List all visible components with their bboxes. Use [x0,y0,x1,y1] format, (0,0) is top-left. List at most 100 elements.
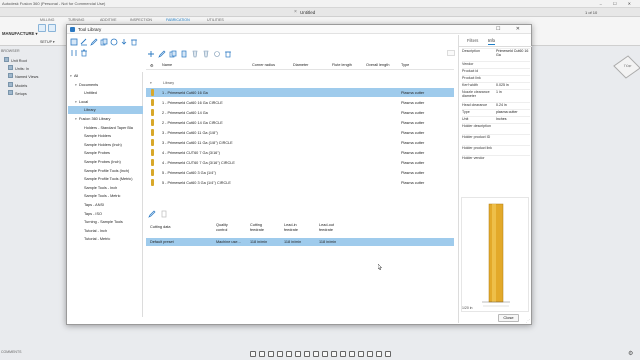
ribbon-tab-milling[interactable]: MILLING [40,18,54,22]
tool-row[interactable]: 1 - Primeweld Cut60 16 Ga Plasma cutter [146,88,454,97]
search-icon[interactable] [447,50,455,56]
tool-row[interactable]: 2 - Primeweld Cut60 14 Ga Plasma cutter [146,108,454,117]
tool-row[interactable]: 4 - Primeweld CUT60 7 Ga (3/16") CIRCLE P… [146,158,454,167]
display-settings-icon[interactable] [295,350,301,357]
library-tree-item[interactable]: Sample Holders (Inch) [68,141,143,149]
renumber-icon[interactable] [213,50,221,58]
library-tree-item[interactable]: Taps - ISO [68,210,143,218]
edit-tool-icon[interactable] [158,50,166,58]
new-library-icon[interactable] [70,38,78,46]
library-tree-item[interactable]: ▾ All [68,72,143,80]
comments-label[interactable]: COMMENTS [1,350,21,354]
tab-info[interactable]: Info [488,38,495,45]
copy-tool-icon[interactable] [169,50,177,58]
trash-icon[interactable] [80,49,88,57]
tool-row[interactable]: 2 - Primeweld Cut60 14 Ga CIRCLE Plasma c… [146,118,454,127]
browser-item[interactable]: Units: In [8,65,29,71]
library-tree-item[interactable]: Library [68,106,143,115]
property-value[interactable]: 0.025 in [496,83,530,87]
column-diameter[interactable]: Diameter [293,63,308,67]
section-icon[interactable] [322,350,328,357]
library-tree-item[interactable]: Sample Profile Tools (Metric) [68,175,143,183]
delete-library-icon[interactable] [130,38,138,46]
ribbon-tab-utilities[interactable]: UTILITIES [207,18,224,22]
add-tool-icon[interactable] [147,50,155,58]
dialog-window-controls[interactable]: ☐ ✕ [496,26,527,32]
tool-row[interactable]: 3 - Primeweld Cut60 11 Ga (1/8") CIRCLE P… [146,138,454,147]
holder-icon[interactable] [191,50,199,58]
column-flute-length[interactable]: Flute length [332,63,352,67]
settings-column-icon[interactable]: ⚙ [150,63,153,68]
setup-group-label[interactable]: SETUP ▾ [40,40,55,44]
property-value[interactable]: 1 in [496,90,530,94]
resize-grip-icon[interactable]: ⋰ [526,318,530,323]
stock-icon[interactable] [340,350,346,357]
library-section-header[interactable]: ▾ Library [146,80,454,87]
tab-filters[interactable]: Filters [467,38,478,43]
document-name[interactable]: Untitled [300,10,315,15]
collapse-icon[interactable]: ▾ [150,81,152,85]
library-tree-item[interactable]: Sample Tools - Metric [68,192,143,200]
library-tree-item[interactable]: Sample Probes [68,149,143,157]
library-tree-item[interactable]: Holders - Standard Taper Bla [68,124,143,132]
library-tree-item[interactable]: Taps - ANSI [68,201,143,209]
library-tree-item[interactable]: Tutorial - Metric [68,235,143,243]
tool-row[interactable]: 4 - Primeweld CUT60 7 Ga (3/16") Plasma c… [146,148,454,157]
simulation-icon[interactable] [331,350,337,357]
window-controls[interactable]: – ☐ ✕ [600,1,636,6]
library-tree-item[interactable]: Turning - Sample Tools [68,218,143,226]
library-tree-item[interactable]: Tutorial - Inch [68,227,143,235]
library-tree-item[interactable]: Sample Probes (Inch) [68,158,143,166]
browser-item[interactable]: Unit Root [4,57,27,63]
browser-item[interactable]: Models [8,82,27,88]
workspace-switcher[interactable]: MANUFACTURE ▾ [2,31,38,36]
grid-settings-icon[interactable] [304,350,310,357]
column-name[interactable]: Name [162,63,172,67]
column-corner-radius[interactable]: Corner radius [252,63,275,67]
close-button[interactable]: Close [498,314,519,322]
edit-library-icon[interactable] [90,38,98,46]
fit-icon[interactable] [286,350,292,357]
browser-item[interactable]: Named Views [8,73,38,79]
library-tree-item[interactable]: Sample Holders [68,132,143,140]
close-document-icon[interactable]: × [294,9,297,15]
browser-item[interactable]: Setups [8,90,27,96]
export-library-icon[interactable] [120,38,128,46]
ribbon-tab-additive[interactable]: ADDITIVE [100,18,117,22]
edit-preset-icon[interactable] [148,210,156,218]
look-at-icon[interactable] [259,350,265,357]
fixture-icon[interactable] [367,350,373,357]
library-tree-item[interactable]: Sample Profile Tools (Inch) [68,167,143,175]
zoom-icon[interactable] [277,350,283,357]
library-tree-item[interactable]: Sample Tools - Inch [68,184,143,192]
tool-row[interactable]: 5 - Primeweld Cut60 3 Ga (1/4") Plasma cu… [146,168,454,177]
origin-icon[interactable] [385,350,391,357]
tool-row[interactable]: 3 - Primeweld Cut60 11 Ga (1/8") Plasma c… [146,128,454,137]
library-tree-item[interactable]: ▾ Fusion 360 Library [68,115,143,123]
library-tree-item[interactable]: Untitled [68,89,143,97]
setup-icon[interactable] [38,24,46,32]
tool-row[interactable]: 5 - Primeweld Cut60 3 Ga (1/4") CIRCLE Pl… [146,178,454,187]
column-type[interactable]: Type [401,63,409,67]
viewports-icon[interactable] [313,350,319,357]
library-tree-item[interactable]: ▾ Documents [68,81,143,89]
delete-preset-icon[interactable] [160,210,168,218]
preset-row[interactable]: Default preset Machine use... 118 in/min… [146,238,454,246]
property-value[interactable]: Primeweld Cut60 16 Ga [496,49,530,58]
shaft-icon[interactable] [202,50,210,58]
import-library-icon[interactable] [80,38,88,46]
new-setup-icon[interactable] [48,24,56,32]
settings-gear-icon[interactable]: ⚙ [628,350,633,357]
ribbon-tab-inspection[interactable]: INSPECTION [130,18,152,22]
sort-library-icon[interactable] [70,49,78,57]
paste-tool-icon[interactable] [180,50,188,58]
delete-tool-icon[interactable] [224,50,232,58]
model-icon[interactable] [376,350,382,357]
tool-row[interactable]: 1 - Primeweld Cut60 16 Ga CIRCLE Plasma c… [146,98,454,107]
ribbon-tab-turning[interactable]: TURNING [68,18,84,22]
copy-library-icon[interactable] [100,38,108,46]
property-value[interactable]: Inches [496,117,530,121]
library-tree-item[interactable]: ▾ Local [68,98,143,106]
ribbon-tab-fabrication[interactable]: FABRICATION [166,18,190,22]
machine-icon[interactable] [358,350,364,357]
